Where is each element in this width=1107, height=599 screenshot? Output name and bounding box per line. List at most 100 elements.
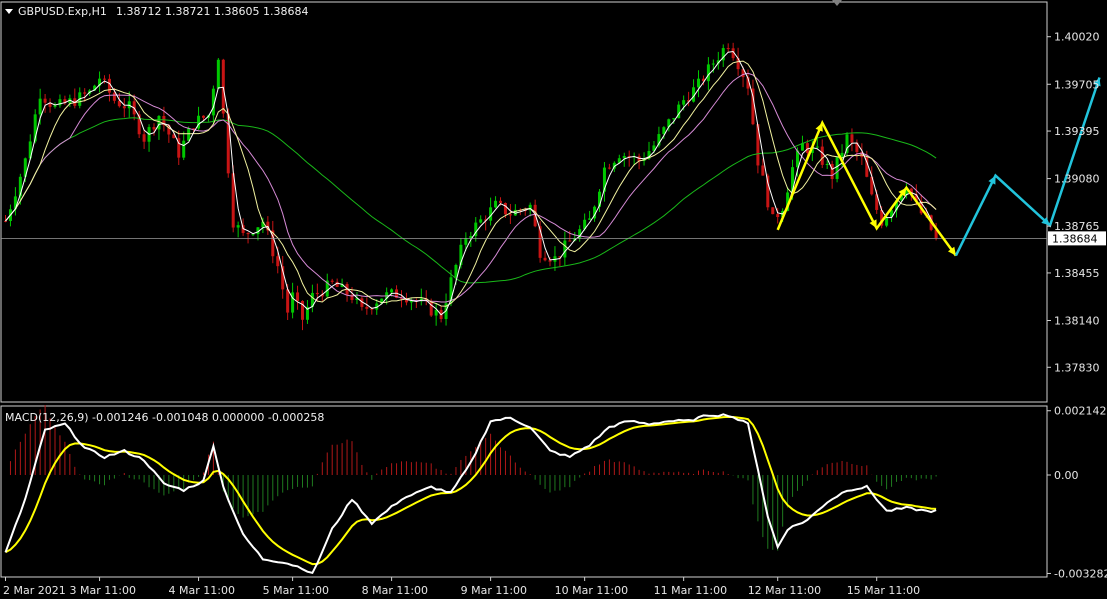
macd-pane (4, 405, 937, 575)
price-tick-label: 1.38765 (1054, 220, 1100, 233)
candle (266, 216, 270, 235)
candle (588, 210, 592, 220)
candle-body (216, 59, 220, 89)
candle-body (825, 164, 829, 166)
candle (360, 296, 364, 311)
candle-body (142, 134, 146, 142)
candle (231, 165, 235, 233)
candle (152, 123, 156, 136)
candle (414, 298, 418, 308)
candle-body (761, 165, 765, 176)
candle-body (805, 143, 809, 153)
candle-body (157, 116, 161, 130)
candle (513, 204, 517, 216)
price-tick-label: 1.38455 (1054, 267, 1100, 280)
candle (434, 303, 438, 326)
candle (850, 128, 854, 152)
macd-tick-label: 0.00 (1054, 469, 1079, 482)
candle (43, 93, 47, 113)
candle (543, 251, 547, 262)
candle-body (276, 256, 280, 267)
candle-body (697, 78, 700, 88)
candle (330, 278, 334, 284)
time-tick-label: 4 Mar 11:00 (169, 584, 235, 597)
candle-body (152, 127, 156, 130)
candle-body (236, 225, 240, 228)
candle (607, 163, 611, 170)
candle-body (365, 306, 369, 309)
candle (489, 197, 493, 226)
time-tick-label: 8 Mar 11:00 (362, 584, 428, 597)
candle (13, 187, 17, 216)
candle-body (53, 105, 57, 107)
candle (692, 79, 696, 103)
candle (424, 290, 428, 306)
time-tick-label: 9 Mar 11:00 (461, 584, 527, 597)
candle (271, 220, 275, 264)
candle (400, 290, 403, 308)
candle-body (543, 257, 547, 261)
candle-body (330, 280, 334, 282)
candle-body (815, 146, 819, 148)
candle-body (711, 63, 715, 65)
macd-header: MACD(12,26,9) -0.001246 -0.001048 0.0000… (5, 411, 324, 424)
candle (147, 124, 151, 152)
candle (845, 132, 849, 157)
candle (632, 152, 636, 166)
candle-body (499, 200, 502, 204)
price-tick-label: 1.39080 (1054, 173, 1100, 186)
candle (687, 91, 691, 107)
candle-body (464, 238, 468, 245)
candle (697, 70, 700, 98)
candle-body (315, 292, 319, 295)
candle-body (429, 300, 433, 316)
candle (216, 58, 220, 89)
price-tick-label: 1.39705 (1054, 78, 1100, 91)
candle-body (187, 128, 191, 141)
candle-body (296, 292, 300, 302)
candle-body (286, 289, 290, 313)
macd-pane-frame (0, 405, 1048, 578)
price-tick-label: 1.37830 (1054, 361, 1100, 374)
candle-body (122, 106, 126, 109)
candle-body (563, 240, 567, 258)
candle-body (83, 92, 87, 94)
candle (246, 232, 250, 244)
candle (122, 98, 126, 118)
candle-body (840, 152, 844, 157)
ma-green-line (5, 117, 937, 284)
time-tick-label: 5 Mar 11:00 (263, 584, 329, 597)
candle (78, 87, 82, 109)
macd-main-line (4, 413, 937, 575)
candle-body (776, 214, 780, 218)
trading-chart[interactable]: 1.40020 1.39705 1.39395 1.39080 1.38765 1.384… (0, 0, 1107, 599)
time-tick-label: 2 Mar 2021 (3, 584, 66, 597)
macd-tick-label: -0.003282 (1054, 567, 1107, 580)
candle-body (682, 100, 686, 105)
candle (602, 162, 606, 202)
price-pane-frame (0, 1, 1048, 403)
price-tick-label: 1.40020 (1054, 31, 1100, 44)
candle (716, 51, 720, 70)
candle (73, 88, 77, 109)
time-tick-label: 12 Mar 11:00 (748, 584, 821, 597)
candle (578, 225, 582, 242)
candle (474, 217, 478, 242)
time-tick-label: 3 Mar 11:00 (70, 584, 136, 597)
time-tick-label: 10 Mar 11:00 (555, 584, 628, 597)
candle (305, 300, 309, 324)
candle-body (820, 146, 824, 165)
candle-body (221, 59, 225, 114)
candle (58, 94, 62, 108)
price-tick-label: 1.39395 (1054, 125, 1100, 138)
chart-menu-triangle-icon[interactable] (5, 9, 13, 14)
candle (563, 231, 567, 266)
candle-body (548, 260, 552, 262)
scroll-marker-icon[interactable] (832, 0, 842, 6)
price-tick-label: 1.38140 (1054, 314, 1100, 327)
candle-body (38, 98, 42, 115)
candle (627, 150, 631, 167)
time-tick-label: 11 Mar 11:00 (654, 584, 727, 597)
chart-canvas[interactable]: 1.40020 1.39705 1.39395 1.39080 1.38765 1.384… (0, 0, 1107, 599)
candle-body (771, 207, 775, 215)
